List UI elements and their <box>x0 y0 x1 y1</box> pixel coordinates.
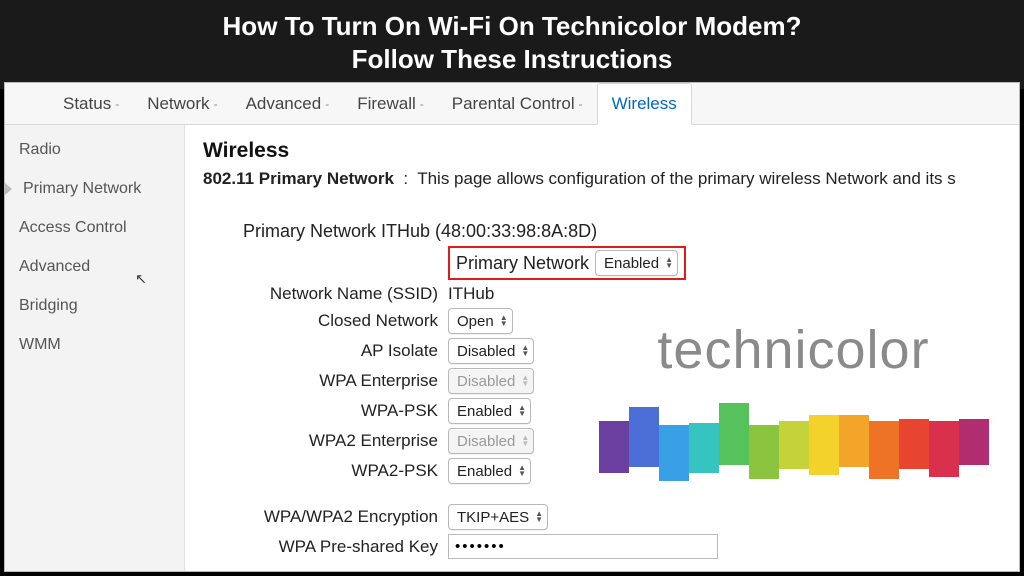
subtitle-text: This page allows configuration of the pr… <box>417 169 956 188</box>
ap-isolate-label: AP Isolate <box>203 341 448 361</box>
nav-tab-wireless[interactable]: Wireless <box>597 83 692 125</box>
wpa2-enterprise-select: Disabled ▲▼ <box>448 428 534 454</box>
sidebar-item-bridging[interactable]: Bridging <box>5 287 184 326</box>
wpa-psk-select[interactable]: Enabled ▲▼ <box>448 398 531 424</box>
admin-window: Status -Network -Advanced -Firewall -Par… <box>4 82 1020 572</box>
primary-network-highlight: Primary Network Enabled ▲▼ <box>448 246 686 280</box>
closed-network-label: Closed Network <box>203 311 448 331</box>
select-arrows-icon: ▲▼ <box>521 435 529 447</box>
wpa-psk-label: WPA-PSK <box>203 401 448 421</box>
primary-network-label: Primary Network <box>452 253 589 274</box>
closed-network-select[interactable]: Open ▲▼ <box>448 308 513 334</box>
chevron-down-icon: - <box>579 97 583 111</box>
nav-tab-firewall[interactable]: Firewall - <box>343 83 438 124</box>
wpa-ent-label: WPA Enterprise <box>203 371 448 391</box>
chevron-down-icon: - <box>420 97 424 111</box>
chevron-down-icon: - <box>325 97 329 111</box>
banner-line-1: How To Turn On Wi-Fi On Technicolor Mode… <box>0 10 1024 43</box>
sidebar-item-advanced[interactable]: Advanced <box>5 248 184 287</box>
cursor-icon: ↖ <box>135 271 147 288</box>
ap-isolate-select[interactable]: Disabled ▲▼ <box>448 338 534 364</box>
group-header: Primary Network ITHub (48:00:33:98:8A:8D… <box>203 221 607 242</box>
top-navbar: Status -Network -Advanced -Firewall -Par… <box>5 83 1019 125</box>
chevron-down-icon: - <box>214 97 218 111</box>
subtitle-bold: 802.11 Primary Network <box>203 169 394 188</box>
primary-network-select[interactable]: Enabled ▲▼ <box>595 250 678 276</box>
wpa-enterprise-select: Disabled ▲▼ <box>448 368 534 394</box>
wpa2-psk-label: WPA2-PSK <box>203 461 448 481</box>
psk-label: WPA Pre-shared Key <box>203 537 448 557</box>
encryption-select[interactable]: TKIP+AES ▲▼ <box>448 504 548 530</box>
article-title-banner: How To Turn On Wi-Fi On Technicolor Mode… <box>0 0 1024 89</box>
nav-tab-parental-control[interactable]: Parental Control - <box>438 83 597 124</box>
select-arrows-icon: ▲▼ <box>518 465 526 477</box>
select-arrows-icon: ▲▼ <box>521 375 529 387</box>
sidebar-item-wmm[interactable]: WMM <box>5 326 184 365</box>
wireless-sidebar: RadioPrimary NetworkAccess ControlAdvanc… <box>5 125 185 571</box>
select-arrows-icon: ▲▼ <box>665 257 673 269</box>
select-arrows-icon: ▲▼ <box>518 405 526 417</box>
nav-tab-advanced[interactable]: Advanced - <box>232 83 344 124</box>
encryption-label: WPA/WPA2 Encryption <box>203 507 448 527</box>
wpa2-ent-label: WPA2 Enterprise <box>203 431 448 451</box>
form-area: Primary Network ITHub (48:00:33:98:8A:8D… <box>203 221 1019 559</box>
nav-tab-network[interactable]: Network - <box>133 83 231 124</box>
ssid-label: Network Name (SSID) <box>203 284 448 304</box>
wpa2-psk-select[interactable]: Enabled ▲▼ <box>448 458 531 484</box>
select-arrows-icon: ▲▼ <box>521 345 529 357</box>
banner-line-2: Follow These Instructions <box>0 43 1024 76</box>
nav-tab-status[interactable]: Status - <box>49 83 133 124</box>
page-title: Wireless <box>203 139 1019 163</box>
select-arrows-icon: ▲▼ <box>500 315 508 327</box>
psk-input[interactable] <box>448 534 718 559</box>
content-pane: Wireless 802.11 Primary Network : This p… <box>185 125 1019 571</box>
chevron-down-icon: - <box>115 97 119 111</box>
sidebar-item-primary-network[interactable]: Primary Network <box>5 170 184 209</box>
sidebar-item-radio[interactable]: Radio <box>5 131 184 170</box>
sidebar-item-access-control[interactable]: Access Control <box>5 209 184 248</box>
ssid-value: ITHub <box>448 284 494 304</box>
select-arrows-icon: ▲▼ <box>535 511 543 523</box>
page-subtitle: 802.11 Primary Network : This page allow… <box>203 169 1019 189</box>
